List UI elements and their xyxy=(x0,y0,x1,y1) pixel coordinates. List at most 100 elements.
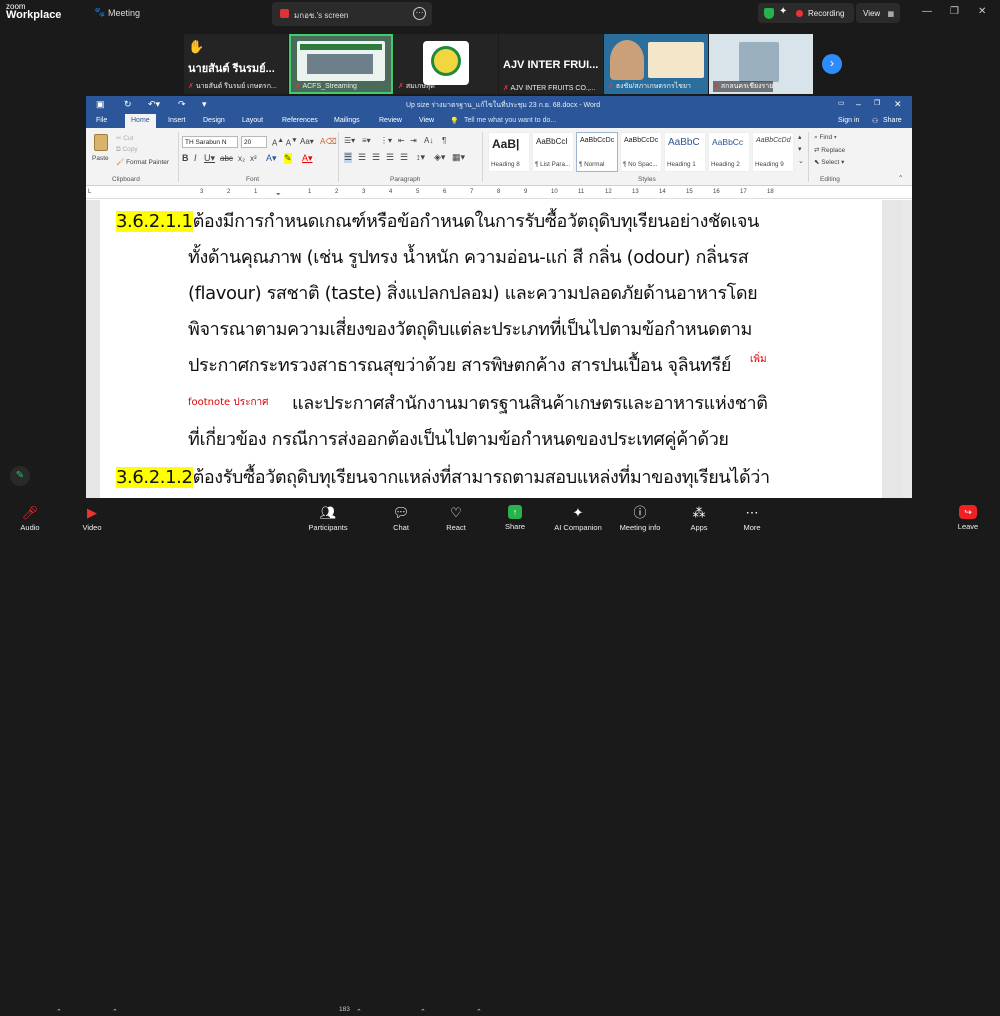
meeting-info-button[interactable]: ⓘ Meeting info xyxy=(610,498,670,539)
grow-font-icon[interactable]: A▲ A▼ xyxy=(272,137,298,148)
styles-scroll-icon[interactable]: ▴ ▾ ⌄ xyxy=(798,132,804,168)
tab-view[interactable]: View xyxy=(419,117,434,124)
audio-button[interactable]: 🎤︎ Audio xyxy=(0,498,60,539)
line-spacing-icon[interactable]: ↕▾ xyxy=(416,152,425,163)
participant-tile[interactable]: ✗ สกลนครเชียงราย xyxy=(709,34,813,94)
subscript-icon[interactable]: x₂ xyxy=(238,154,245,163)
chat-caret-icon[interactable]: ⌃ xyxy=(420,1008,426,1016)
shading-icon[interactable]: ◈▾ xyxy=(434,152,445,163)
ruler-corner-icon[interactable]: L xyxy=(88,189,91,195)
align-right-icon[interactable]: ☰ xyxy=(372,152,380,163)
share-button[interactable]: ↑ Share xyxy=(485,498,545,539)
word-minimize-icon[interactable]: – xyxy=(856,99,861,109)
ribbon-options-icon[interactable]: ▭ xyxy=(838,99,845,107)
tab-layout[interactable]: Layout xyxy=(242,117,263,124)
borders-icon[interactable]: ▦▾ xyxy=(452,152,465,163)
autosave-icon[interactable]: ↻ xyxy=(124,99,132,110)
style-list-paragraph[interactable]: AaBbCcI ¶ List Para... xyxy=(532,132,574,172)
sort-icon[interactable]: A↓ xyxy=(424,136,433,145)
tab-review[interactable]: Review xyxy=(379,117,402,124)
restore-icon[interactable]: ❐ xyxy=(950,6,959,17)
participants-button[interactable]: 👥︎ Participants xyxy=(298,498,358,539)
decrease-indent-icon[interactable]: ⇤ xyxy=(398,136,405,145)
save-icon[interactable]: ▣ xyxy=(96,99,105,110)
font-name-select[interactable]: TH Sarabun N xyxy=(182,136,238,148)
justify-icon[interactable]: ☰ xyxy=(386,152,394,163)
font-size-select[interactable]: 20 xyxy=(241,136,267,148)
participant-tile[interactable]: ✗ สมเกษสุด xyxy=(394,34,498,94)
react-caret-icon[interactable]: ⌃ xyxy=(476,1008,482,1016)
bold-icon[interactable]: B xyxy=(182,153,189,163)
font-color-icon[interactable]: A▾ xyxy=(302,153,313,164)
underline-icon[interactable]: U▾ xyxy=(204,153,215,164)
word-restore-icon[interactable]: ❐ xyxy=(874,99,880,107)
sign-in-link[interactable]: Sign in xyxy=(838,117,859,124)
text-effects-icon[interactable]: A▾ xyxy=(266,153,277,164)
tab-mailings[interactable]: Mailings xyxy=(334,117,360,124)
share-link[interactable]: Share xyxy=(883,117,902,124)
leave-button[interactable]: ↪ Leave xyxy=(938,498,998,539)
bullets-icon[interactable]: ☰▾ xyxy=(344,136,355,145)
highlight-color-icon[interactable]: ✎ xyxy=(284,153,292,164)
tab-design[interactable]: Design xyxy=(203,117,225,124)
collapse-ribbon-icon[interactable]: ⌃ xyxy=(898,174,903,182)
multilevel-list-icon[interactable]: ⋮▾ xyxy=(380,136,392,145)
style-heading-9[interactable]: AaBbCcDd Heading 9 xyxy=(752,132,794,172)
increase-indent-icon[interactable]: ⇥ xyxy=(410,136,417,145)
annotate-pencil-icon[interactable]: ✎ xyxy=(10,466,30,486)
indent-marker-icon[interactable]: ⏷ xyxy=(276,192,281,199)
change-case-icon[interactable]: Aa▾ xyxy=(300,137,314,146)
minimize-icon[interactable]: — xyxy=(922,6,932,17)
tab-insert[interactable]: Insert xyxy=(168,117,186,124)
screen-share-tab[interactable]: มกอช.'s screen ⋯ xyxy=(272,2,432,26)
word-close-icon[interactable]: ✕ xyxy=(894,99,902,110)
participant-tile[interactable]: ✗ ธงชัย/สภาเกษตรกรไชยา xyxy=(604,34,708,94)
paste-button[interactable]: Paste xyxy=(90,134,112,168)
ai-companion-button[interactable]: ✦ AI Companion xyxy=(548,498,608,539)
clear-formatting-icon[interactable]: A⌫ xyxy=(320,137,337,146)
cut-button[interactable]: ✂ Cut xyxy=(116,134,133,142)
align-left-icon[interactable]: ☰ xyxy=(344,152,353,163)
apps-button[interactable]: ⁂ Apps xyxy=(669,498,729,539)
superscript-icon[interactable]: x² xyxy=(250,154,257,163)
align-center-icon[interactable]: ☰ xyxy=(358,152,366,163)
tab-references[interactable]: References xyxy=(282,117,318,124)
participant-tile[interactable]: AJV INTER FRUI... ✗ AJV INTER FRUITS CO.… xyxy=(499,34,603,94)
more-button[interactable]: ⋯ More xyxy=(722,498,782,539)
participants-caret-icon[interactable]: ⌃ xyxy=(356,1008,362,1016)
redo-icon[interactable]: ↷ xyxy=(178,99,186,110)
view-button[interactable]: View ▦ xyxy=(856,3,900,23)
tab-file[interactable]: File xyxy=(96,117,107,124)
style-normal[interactable]: AaBbCcDc ¶ Normal xyxy=(576,132,618,172)
select-button[interactable]: ⬉ Select ▾ xyxy=(814,158,844,166)
meeting-label[interactable]: Meeting xyxy=(108,8,140,18)
style-heading-8[interactable]: AaB| Heading 8 xyxy=(488,132,530,172)
video-options-caret-icon[interactable]: ⌃ xyxy=(112,1008,118,1016)
find-button[interactable]: ⌕ Find ▾ xyxy=(814,134,837,142)
chat-button[interactable]: 💬︎ Chat xyxy=(371,498,431,539)
more-options-icon[interactable]: ⋯ xyxy=(413,7,426,20)
participant-tile[interactable]: ✋ นายสันต์ รีนรมย์... ✗ นายสันต์ รีนรมย์… xyxy=(184,34,288,94)
format-painter-button[interactable]: 🖌 Format Painter xyxy=(116,158,169,166)
strikethrough-icon[interactable]: abc xyxy=(220,154,233,163)
tab-home[interactable]: Home xyxy=(125,114,156,128)
style-heading-2[interactable]: AaBbCc Heading 2 xyxy=(708,132,750,172)
copy-button[interactable]: ⧉ Copy xyxy=(116,146,138,154)
audio-options-caret-icon[interactable]: ⌃ xyxy=(56,1008,62,1016)
italic-icon[interactable]: I xyxy=(194,153,197,163)
style-no-spacing[interactable]: AaBbCcDc ¶ No Spac... xyxy=(620,132,662,172)
participant-tile-active[interactable]: ✗ ACFS_Streaming xyxy=(289,34,393,94)
next-page-icon[interactable]: › xyxy=(822,54,842,74)
show-formatting-icon[interactable]: ¶ xyxy=(442,136,446,145)
vertical-scrollbar[interactable] xyxy=(902,200,912,498)
recording-indicator[interactable]: ✦ Recording xyxy=(758,3,854,23)
close-icon[interactable]: ✕ xyxy=(978,6,986,17)
tell-me-box[interactable]: Tell me what you want to do... xyxy=(464,117,556,124)
video-button[interactable]: ▶︎ Video xyxy=(62,498,122,539)
react-button[interactable]: ♡ React xyxy=(426,498,486,539)
document-page[interactable]: 3.6.2.1.1ต้องมีการกำหนดเกณฑ์หรือข้อกำหนด… xyxy=(100,200,882,498)
style-heading-1[interactable]: AaBbC Heading 1 xyxy=(664,132,706,172)
quick-access-dropdown-icon[interactable]: ▾ xyxy=(202,99,207,110)
numbering-icon[interactable]: ≡▾ xyxy=(362,136,371,145)
distributed-icon[interactable]: ☰ xyxy=(400,152,408,163)
